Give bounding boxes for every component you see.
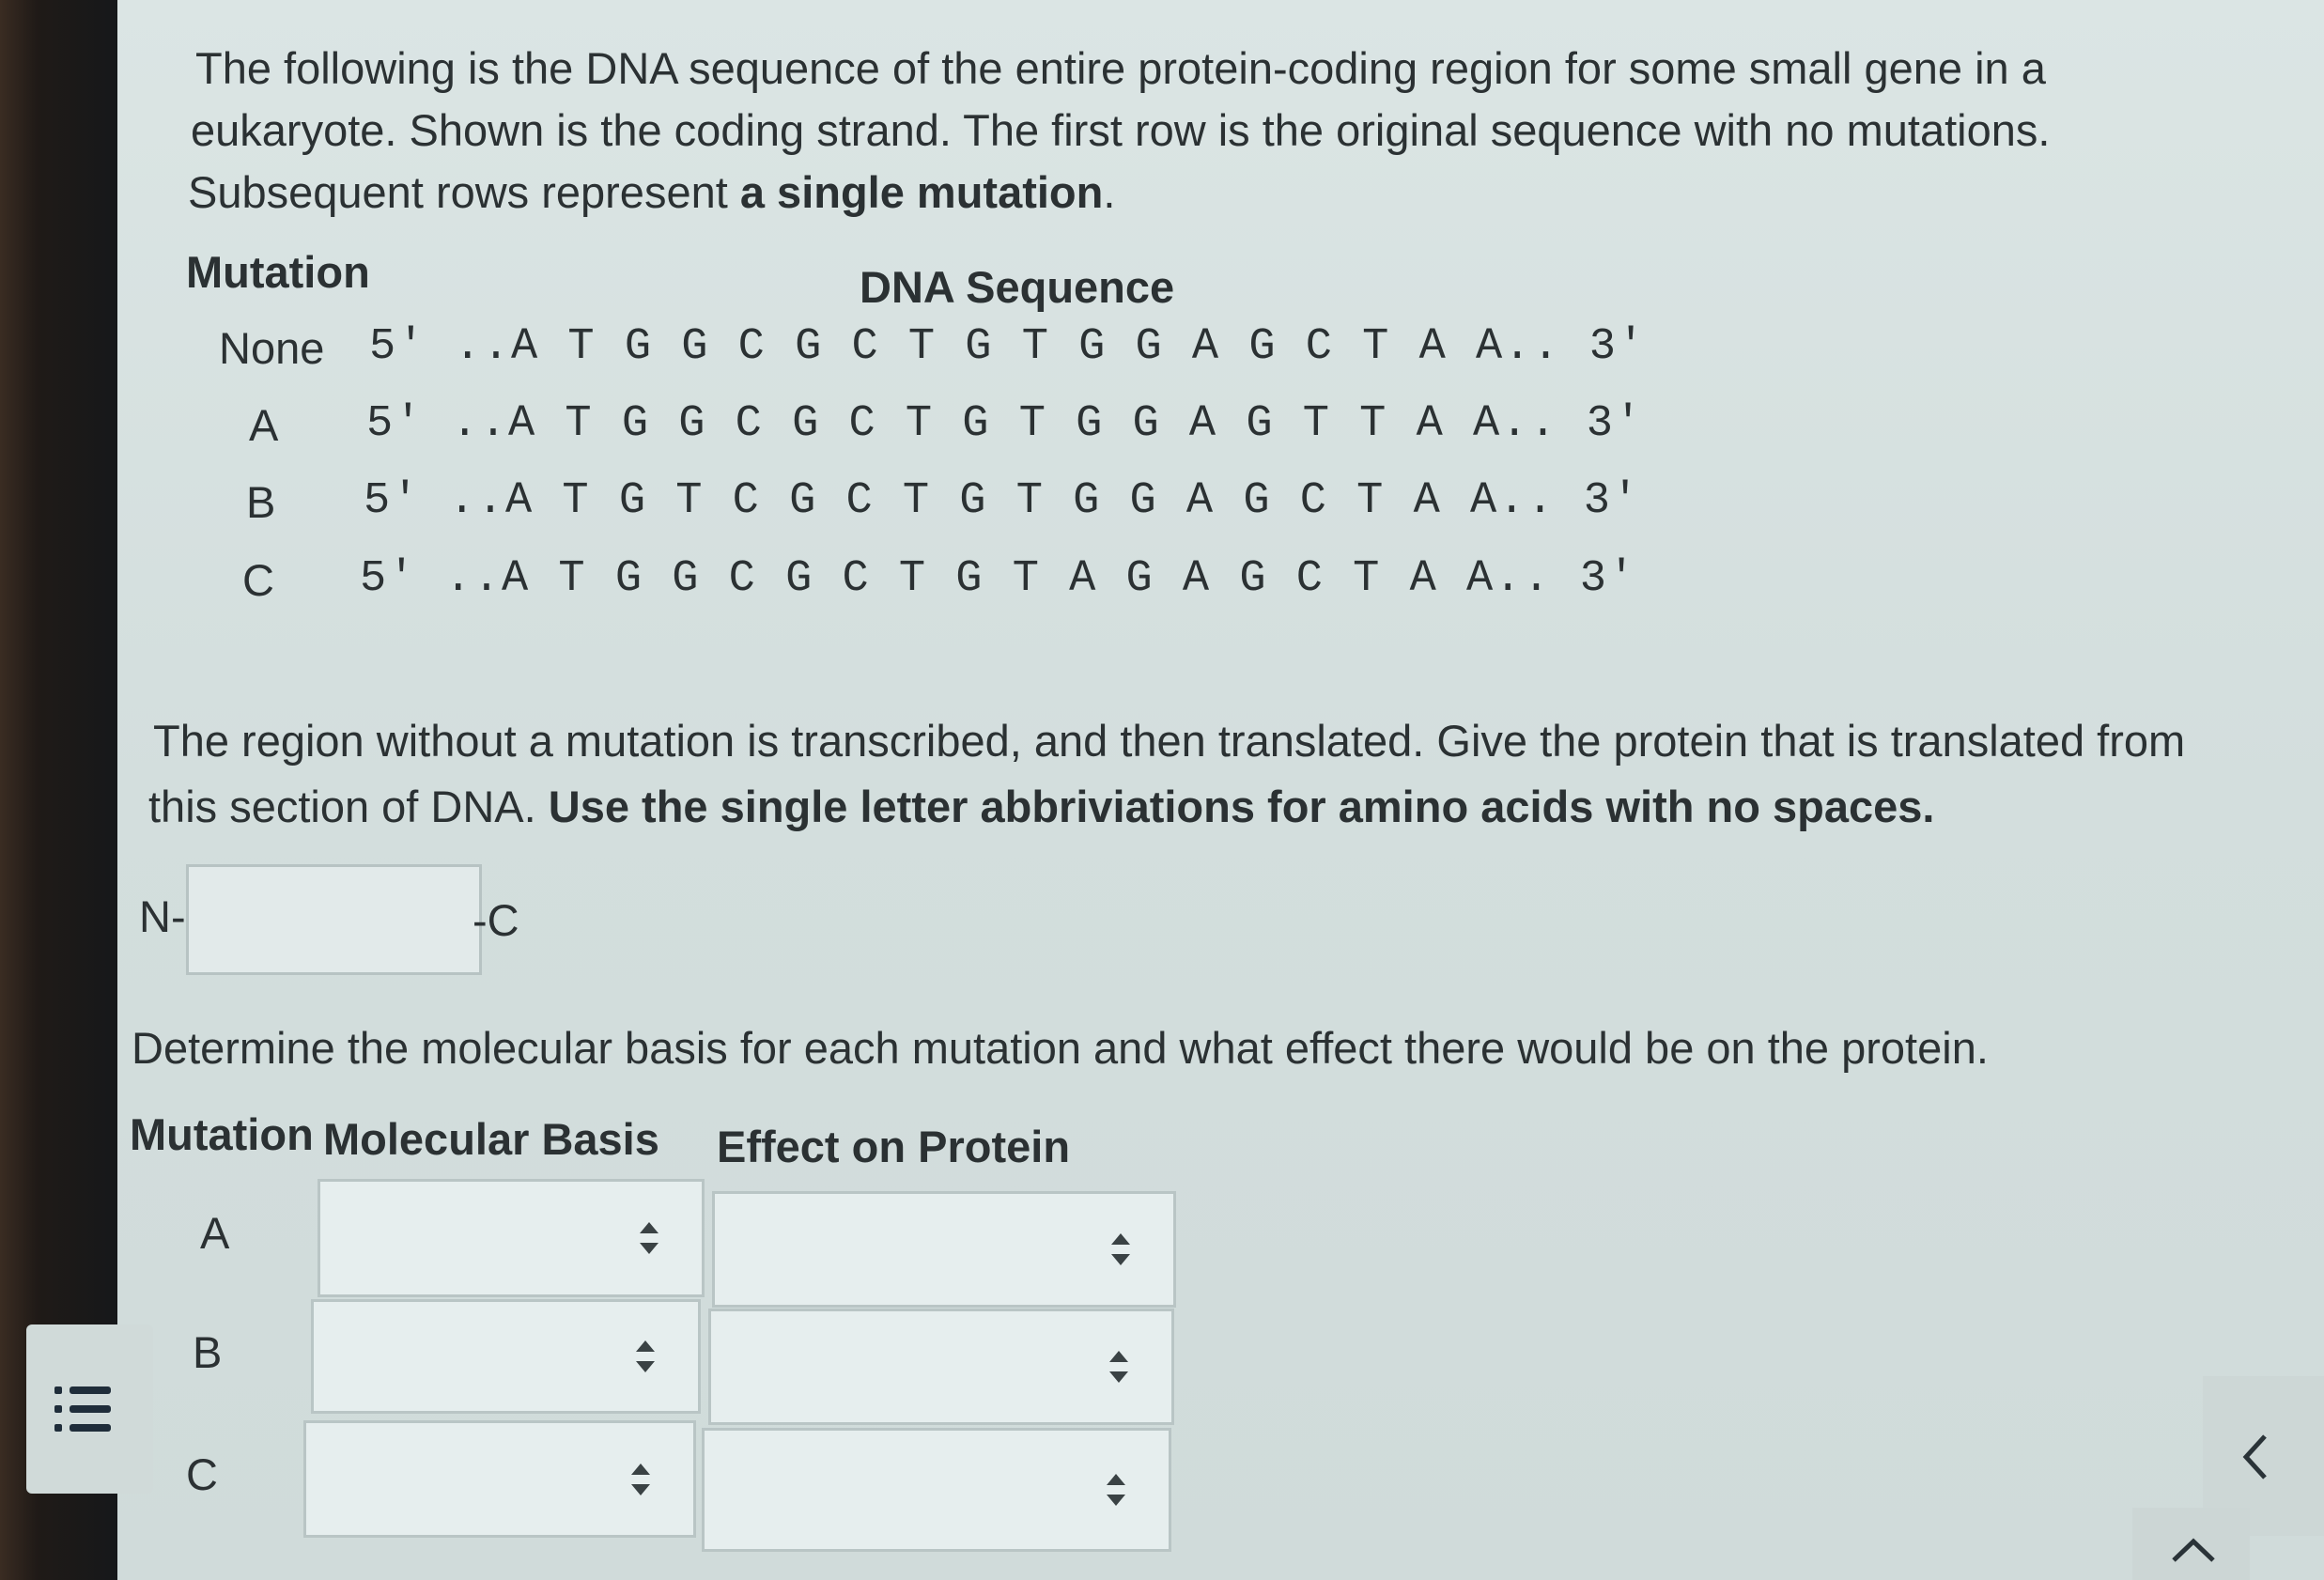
- scroll-up-button[interactable]: [2132, 1508, 2250, 1580]
- question1-line-2-prefix: this section of DNA.: [148, 782, 549, 831]
- intro-line-1: The following is the DNA sequence of the…: [195, 43, 2046, 93]
- effect-col-effect-header: Effect on Protein: [717, 1122, 1071, 1171]
- intro-line-3-suffix: .: [1103, 167, 1116, 217]
- intro-line-3: Subsequent rows represent a single mutat…: [188, 162, 1115, 224]
- n-terminus-label: N-: [139, 891, 186, 941]
- sequence-row-text: 5′ ..A T G T C G C T G T G G A G C T A A…: [364, 476, 1641, 526]
- protein-answer-input[interactable]: [186, 864, 482, 975]
- basis-select-a[interactable]: [318, 1179, 705, 1297]
- c-terminus-label: -C: [473, 895, 519, 945]
- basis-select-b[interactable]: [311, 1299, 701, 1414]
- sequence-row-label: None: [219, 323, 325, 373]
- sequence-row-label: B: [246, 477, 276, 527]
- list-menu-icon: [54, 1386, 111, 1432]
- select-arrows-icon: [640, 1222, 658, 1254]
- effect-select-c[interactable]: [702, 1428, 1171, 1552]
- sequence-col-mutation-header: Mutation: [186, 247, 370, 297]
- chevron-up-icon: [2172, 1538, 2215, 1562]
- sequence-row-text: 5′ ..A T G G C G C T G T A G A G C T A A…: [360, 554, 1637, 604]
- question1-line-2-bold: Use the single letter abbriviations for …: [548, 782, 1935, 831]
- effect-select-a[interactable]: [712, 1191, 1176, 1308]
- intro-line-3-bold: a single mutation: [739, 167, 1104, 217]
- intro-line-3-prefix: Subsequent rows represent: [188, 167, 740, 217]
- mutation-row-label-c: C: [186, 1449, 218, 1499]
- select-arrows-icon: [1111, 1233, 1130, 1265]
- sequence-row-text: 5′ ..A T G G C G C T G T G G A G C T A A…: [369, 322, 1647, 372]
- select-arrows-icon: [631, 1463, 650, 1495]
- sequence-row-text: 5′ ..A T G G C G C T G T G G A G T T A A…: [366, 399, 1644, 449]
- question2-text: Determine the molecular basis for each m…: [132, 1023, 1989, 1073]
- select-arrows-icon: [1109, 1351, 1128, 1383]
- chevron-left-icon: [2242, 1434, 2267, 1479]
- basis-select-c[interactable]: [303, 1420, 696, 1538]
- question1-line-2: this section of DNA. Use the single lett…: [148, 776, 1934, 838]
- effect-col-basis-header: Molecular Basis: [323, 1114, 659, 1164]
- mutation-row-label-b: B: [193, 1327, 223, 1377]
- select-arrows-icon: [1107, 1474, 1125, 1506]
- sequence-row-label: C: [242, 555, 274, 605]
- effect-col-mutation-header: Mutation: [130, 1109, 314, 1159]
- sequence-row-label: A: [249, 400, 279, 450]
- question1-line-1: The region without a mutation is transcr…: [153, 716, 2186, 766]
- sequence-col-dna-header: DNA Sequence: [860, 262, 1175, 312]
- intro-line-2: eukaryote. Shown is the coding strand. T…: [191, 105, 2051, 155]
- select-arrows-icon: [636, 1340, 655, 1372]
- outline-menu-button[interactable]: [26, 1324, 153, 1494]
- mutation-row-label-a: A: [200, 1208, 230, 1258]
- effect-select-b[interactable]: [708, 1309, 1174, 1425]
